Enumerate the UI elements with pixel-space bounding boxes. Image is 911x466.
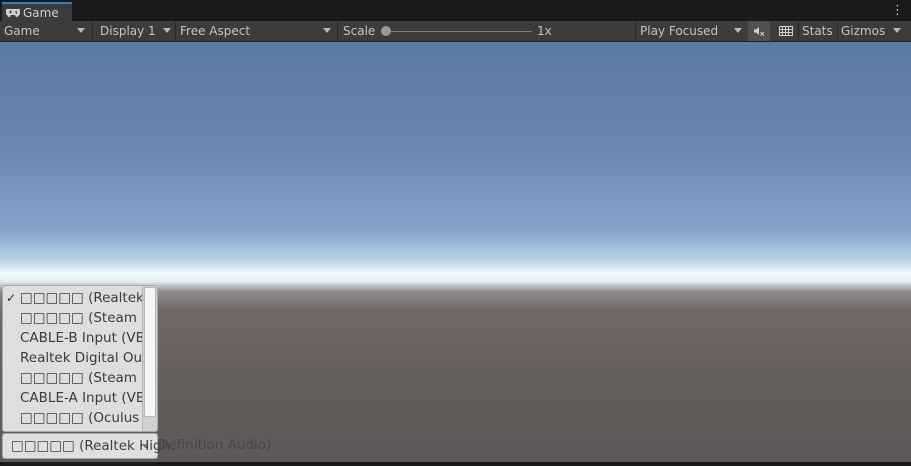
divider: [175, 22, 176, 40]
tab-strip: Game ⋮: [0, 0, 911, 22]
keyboard-shortcuts-button[interactable]: [776, 21, 796, 41]
list-item[interactable]: ✓ □□□□□ (Realtek High Definition Audio): [3, 288, 144, 308]
mute-audio-button[interactable]: [748, 21, 770, 41]
scrollbar-thumb[interactable]: [144, 287, 156, 417]
list-item[interactable]: □□□□□ (Oculus Virtual Audio Device): [3, 408, 144, 428]
audio-device-list[interactable]: ✓ □□□□□ (Realtek High Definition Audio) …: [2, 285, 158, 432]
list-scrollbar[interactable]: [142, 286, 157, 431]
mode-dropdown-label: Game: [4, 24, 40, 38]
mode-dropdown[interactable]: Game: [4, 21, 89, 41]
chevron-down-icon: ⌄: [142, 440, 151, 451]
speaker-muted-icon: [754, 27, 765, 36]
gamepad-icon: [6, 8, 20, 17]
tab-game[interactable]: Game: [2, 2, 72, 22]
stats-button[interactable]: Stats: [802, 21, 833, 41]
checkmark-icon: ✓: [6, 291, 17, 305]
scale-value: 1x: [537, 24, 552, 38]
chevron-down-icon: [163, 28, 171, 33]
chevron-down-icon: [77, 28, 85, 33]
list-item[interactable]: CABLE-B Input (VB-Audio Cable B): [3, 328, 144, 348]
aspect-dropdown-label: Free Aspect: [180, 24, 251, 38]
divider: [837, 22, 838, 40]
play-mode-dropdown[interactable]: Play Focused: [640, 21, 746, 41]
divider: [635, 22, 636, 40]
display-dropdown[interactable]: Display 1: [100, 21, 175, 41]
chevron-down-icon: [323, 28, 331, 33]
tab-game-label: Game: [23, 6, 59, 20]
more-options-icon[interactable]: ⋮: [891, 2, 904, 20]
list-item[interactable]: CABLE-A Input (VB-Audio Cable A): [3, 388, 144, 408]
audio-device-select-overflow-text: Definition Audio): [158, 437, 272, 453]
gizmos-label: Gizmos: [841, 24, 886, 38]
audio-device-items: ✓ □□□□□ (Realtek High Definition Audio) …: [3, 288, 144, 431]
gizmos-button[interactable]: Gizmos: [841, 21, 905, 41]
list-item[interactable]: Realtek Digital Output (Realtek High Def…: [3, 348, 144, 368]
list-item[interactable]: □□□□□ (Steam Streaming Microphone): [3, 368, 144, 388]
scale-label: Scale: [343, 24, 376, 38]
audio-device-select[interactable]: □□□□□ (Realtek High ⌄: [2, 433, 170, 459]
divider: [92, 22, 93, 40]
scale-slider-track[interactable]: [386, 31, 532, 32]
play-mode-label: Play Focused: [640, 24, 719, 38]
aspect-dropdown[interactable]: Free Aspect: [180, 21, 335, 41]
scale-slider-thumb[interactable]: [381, 26, 391, 36]
display-dropdown-label: Display 1: [100, 24, 156, 38]
chevron-down-icon: [893, 28, 901, 33]
divider: [337, 22, 338, 40]
grid-icon: [779, 26, 793, 36]
window-bottom-edge: [0, 462, 911, 466]
divider: [798, 22, 799, 40]
list-item[interactable]: □□□□□ (Steam Streaming Speakers): [3, 308, 144, 328]
chevron-down-icon: [734, 28, 742, 33]
game-toolbar: Game Display 1 Free Aspect Scale 1x Play…: [0, 21, 911, 42]
